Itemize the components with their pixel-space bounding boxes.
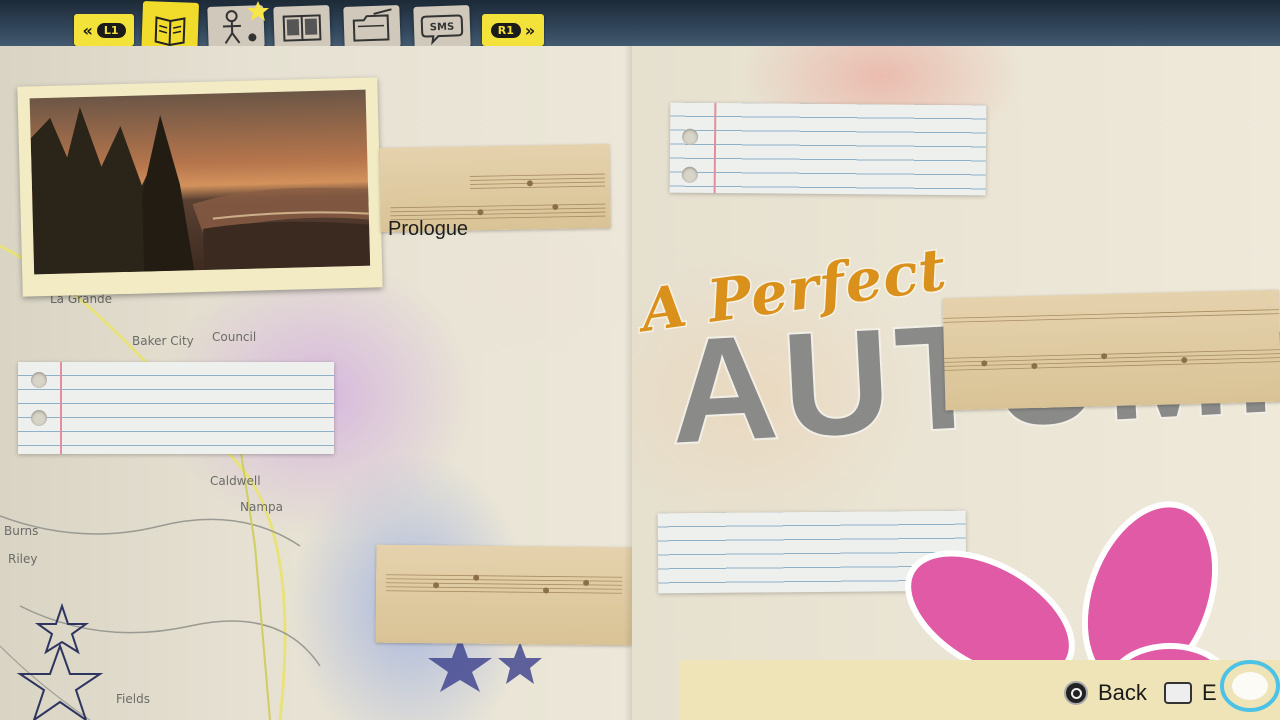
map-label: Fields — [116, 692, 150, 706]
star-badge-icon — [247, 1, 269, 21]
double-chevron-left-icon: « — [82, 20, 93, 40]
sms-label: SMS — [430, 22, 455, 34]
back-prompt[interactable]: Back — [1064, 680, 1147, 706]
channel-logo-icon — [1220, 660, 1280, 712]
folder-icon — [352, 8, 392, 42]
journal: La Grande Baker City Council Caldwell Na… — [0, 46, 1280, 720]
map-label: Burns — [4, 524, 39, 538]
r1-bumper-button[interactable]: R1 » — [482, 14, 544, 46]
map-label: Council — [212, 330, 257, 344]
journal-tab-bar: « L1 SMS R1 » — [0, 0, 660, 63]
tab-sms[interactable]: SMS — [413, 5, 471, 49]
double-chevron-right-icon: » — [524, 20, 536, 40]
music-scrap — [942, 289, 1280, 411]
l1-label: L1 — [96, 22, 126, 38]
map-label: Nampa — [240, 500, 283, 514]
back-label: Back — [1098, 680, 1147, 705]
speech-bubble-icon: SMS — [420, 14, 464, 46]
chapter-thumbnail[interactable] — [17, 77, 383, 297]
map-label: Caldwell — [210, 474, 261, 488]
photo-album-icon — [282, 14, 322, 42]
circle-button-icon — [1064, 681, 1088, 705]
music-scrap — [375, 544, 633, 646]
map-label: Baker City — [132, 334, 194, 348]
map-label: Riley — [8, 552, 38, 566]
square-button-icon — [1164, 682, 1192, 704]
chapter-photo — [29, 89, 371, 275]
l1-bumper-button[interactable]: « L1 — [74, 14, 134, 46]
journal-left-page: La Grande Baker City Council Caldwell Na… — [0, 46, 636, 720]
notebook-scrap — [18, 362, 334, 454]
notebook-scrap — [669, 102, 987, 196]
tab-documents[interactable] — [343, 5, 401, 49]
next-prompt[interactable]: E — [1164, 680, 1217, 706]
tab-collectibles[interactable] — [273, 5, 331, 49]
r1-label: R1 — [490, 22, 521, 38]
chapter-name[interactable]: Prologue — [388, 218, 468, 241]
